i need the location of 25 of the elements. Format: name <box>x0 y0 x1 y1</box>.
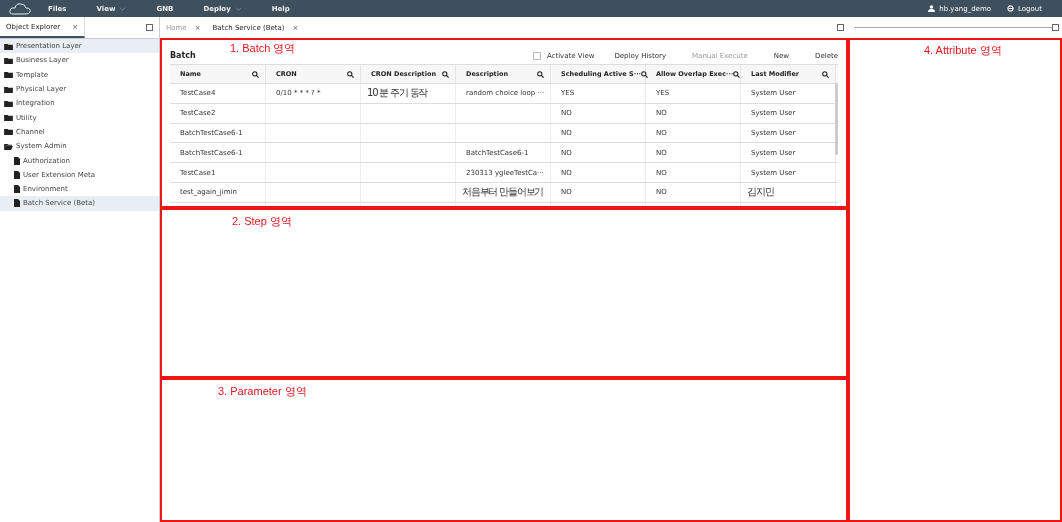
search-icon[interactable] <box>442 70 449 78</box>
caret-icon <box>234 6 242 11</box>
area-label: 2. Step 영역 <box>232 214 292 229</box>
table-cell: 김지민 <box>747 185 774 200</box>
table-cell: 처음부터 만들어보기 <box>462 185 544 200</box>
checkbox[interactable] <box>532 52 541 60</box>
search-icon[interactable] <box>252 70 259 78</box>
area-label: 4. Attribute 영역 <box>924 43 1002 58</box>
search-icon[interactable] <box>641 70 649 78</box>
caret-icon <box>119 6 127 11</box>
search-icon[interactable] <box>822 70 829 78</box>
maximize-icon[interactable] <box>146 24 153 31</box>
logout-icon[interactable] <box>1007 5 1015 12</box>
search-icon[interactable] <box>537 70 544 78</box>
area-label: 3. Parameter 영역 <box>218 384 307 399</box>
search-icon[interactable] <box>347 70 354 78</box>
maximize-icon[interactable] <box>1052 24 1059 31</box>
search-icon[interactable] <box>733 70 741 78</box>
maximize-icon[interactable] <box>837 24 844 31</box>
scrollbar[interactable] <box>835 83 838 155</box>
table-cell: 10 분 주기 동작 <box>367 86 428 101</box>
cloud-logo-icon[interactable] <box>8 1 32 16</box>
user-icon <box>928 5 936 12</box>
area-label: 1. Batch 영역 <box>230 41 296 56</box>
section-title: Batch <box>170 51 196 60</box>
